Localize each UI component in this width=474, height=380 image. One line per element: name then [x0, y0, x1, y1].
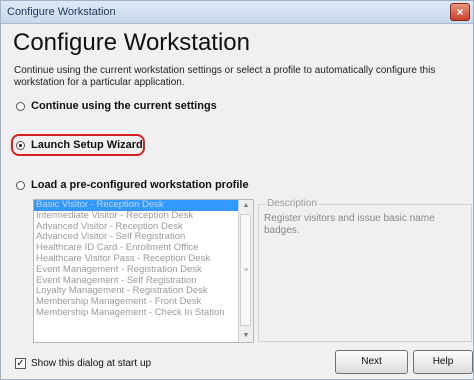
description-text: Register visitors and issue basic name b… — [264, 213, 435, 236]
close-icon[interactable]: × — [450, 3, 470, 21]
radio-load-profile[interactable]: Load a pre-configured workstation profil… — [16, 177, 249, 193]
list-item[interactable]: Membership Management - Check In Station — [34, 307, 253, 319]
scroll-thumb[interactable]: ≡ — [240, 214, 251, 326]
description-legend: Description — [265, 198, 320, 209]
radio-label: Load a pre-configured workstation profil… — [31, 179, 249, 191]
radio-label: Continue using the current settings — [31, 100, 217, 112]
configure-workstation-dialog: Configure Workstation × Configure Workst… — [0, 0, 474, 380]
radio-launch-wizard[interactable]: Launch Setup Wizard — [16, 137, 143, 153]
grip-icon: ≡ — [244, 267, 249, 274]
list-item[interactable]: Event Management - Registration Desk — [34, 264, 253, 276]
scroll-up-icon[interactable]: ▲ — [239, 200, 253, 212]
list-item[interactable]: Intermediate Visitor - Reception Desk — [34, 210, 253, 222]
scroll-down-icon[interactable]: ▼ — [239, 330, 253, 342]
radio-button[interactable] — [16, 101, 25, 111]
page-title: Configure Workstation — [13, 29, 250, 56]
profile-list[interactable]: Basic Visitor - Reception Desk Intermedia… — [33, 199, 254, 343]
radio-button-selected[interactable] — [16, 140, 25, 150]
next-button[interactable]: Next — [335, 350, 408, 374]
help-button[interactable]: Help — [413, 350, 473, 374]
description-panel: Description Register visitors and issue … — [258, 198, 472, 342]
radio-continue-current[interactable]: Continue using the current settings — [16, 98, 217, 114]
list-scrollbar[interactable]: ▲ ≡ ▼ — [238, 200, 253, 342]
title-bar: Configure Workstation × — [1, 1, 473, 24]
show-at-startup-option[interactable]: ✓ Show this dialog at start up — [15, 358, 151, 369]
window-title: Configure Workstation — [7, 6, 116, 18]
intro-text: Continue using the current workstation s… — [14, 65, 436, 88]
show-at-startup-checkbox[interactable]: ✓ — [15, 358, 26, 369]
radio-button[interactable] — [16, 180, 25, 190]
checkbox-label: Show this dialog at start up — [31, 358, 152, 369]
radio-label: Launch Setup Wizard — [31, 139, 143, 151]
